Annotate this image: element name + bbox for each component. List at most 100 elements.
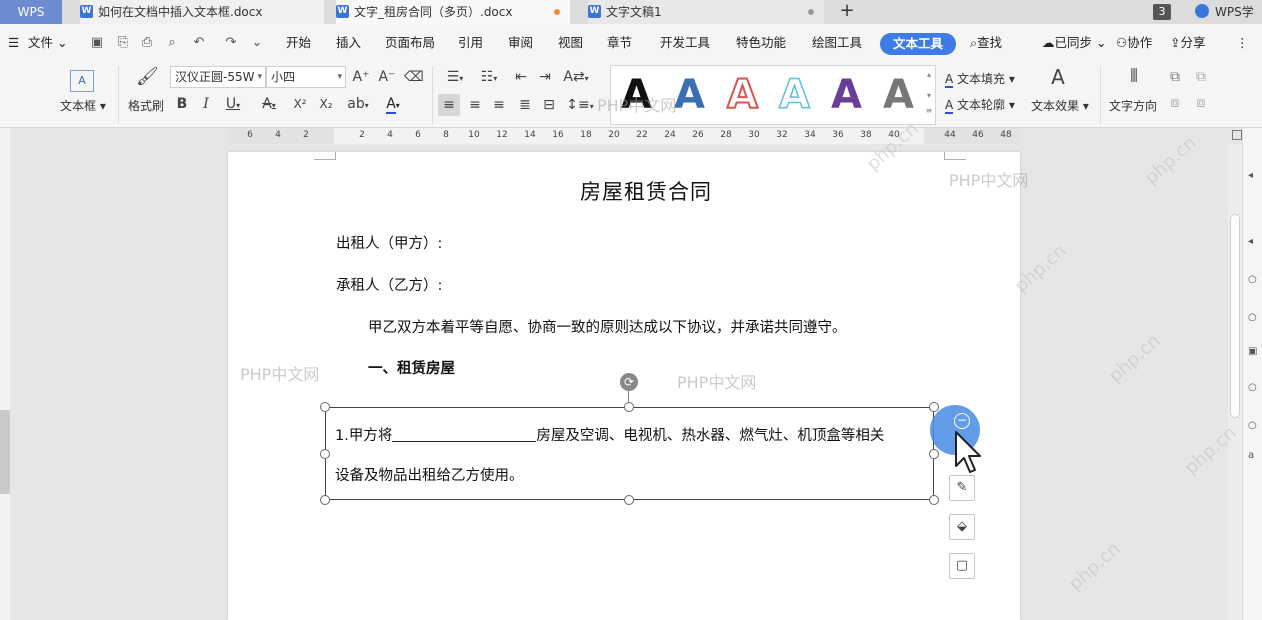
textbox-icon[interactable]: A: [70, 70, 94, 92]
text-direction-a-icon[interactable]: A⇄▾: [562, 68, 590, 88]
sync-status[interactable]: ☁已同步 ⌄: [1042, 24, 1106, 62]
numbered-list-icon[interactable]: ☷▾: [476, 68, 502, 88]
undo-icon[interactable]: ↶: [192, 36, 206, 50]
new-tab-button[interactable]: +: [836, 0, 858, 24]
textbox-button[interactable]: 文本框 ▾: [60, 97, 106, 114]
customize-icon[interactable]: ⌄: [250, 36, 264, 50]
rotate-handle-icon[interactable]: ⟳: [620, 373, 638, 391]
gallery-scroll[interactable]: ▴ ▾ ≡: [925, 66, 933, 124]
shrink-font-button[interactable]: A⁻: [378, 68, 396, 86]
tab-doc-3[interactable]: W 文字文稿1: [588, 0, 824, 24]
menu-text-tools[interactable]: 文本工具: [880, 33, 957, 55]
align-left-icon[interactable]: ≡: [440, 96, 458, 114]
highlight-icon[interactable]: ab▾: [344, 95, 372, 115]
menu-view[interactable]: 视图: [558, 24, 583, 62]
font-color-button[interactable]: A▾: [380, 95, 406, 115]
line-spacing-icon[interactable]: ↕≡▾: [566, 96, 594, 116]
align-center-icon[interactable]: ≡: [466, 96, 484, 114]
layout-options-icon[interactable]: −: [954, 413, 970, 429]
increase-indent-icon[interactable]: ⇥: [536, 68, 554, 86]
tab-doc-2[interactable]: W 文字_租房合同（多页）.docx: [336, 0, 570, 24]
side-tool-icon[interactable]: ◂: [1248, 236, 1260, 248]
print-icon[interactable]: ⎙: [140, 36, 154, 50]
text-effect-icon[interactable]: A: [1046, 67, 1070, 87]
resize-handle-right[interactable]: [929, 449, 939, 459]
text-direction-icon[interactable]: ⫴: [1122, 68, 1146, 86]
save-icon[interactable]: ▣: [90, 36, 104, 50]
share-button[interactable]: ⇪分享: [1170, 24, 1206, 62]
align-right-icon[interactable]: ≡: [490, 96, 508, 114]
ruler-toggle-icon[interactable]: [1232, 130, 1242, 140]
italic-button[interactable]: I: [198, 95, 214, 113]
menu-section[interactable]: 章节: [607, 24, 632, 62]
justify-icon[interactable]: ≣: [516, 96, 534, 114]
subscript-button[interactable]: X₂: [316, 95, 336, 113]
style-pen-icon[interactable]: ✎: [949, 475, 975, 501]
text-effect-button[interactable]: 文本效果 ▾: [1031, 97, 1089, 114]
text-outline-button[interactable]: A 文本轮廓 ▾: [945, 96, 1015, 114]
fill-bucket-icon[interactable]: ⬙: [949, 514, 975, 540]
decrease-indent-icon[interactable]: ⇤: [512, 68, 530, 86]
resize-handle-bottom-right[interactable]: [929, 495, 939, 505]
strikethrough-button[interactable]: A▾: [256, 95, 282, 115]
menu-home[interactable]: 开始: [286, 24, 311, 62]
tab-doc-1[interactable]: W 如何在文档中插入文本框.docx: [80, 0, 324, 24]
art-style-blue[interactable]: A: [674, 70, 705, 120]
menu-page-layout[interactable]: 页面布局: [385, 24, 435, 62]
search-button[interactable]: ⌕查找: [970, 24, 1002, 62]
wps-academy-link[interactable]: WPS学: [1195, 0, 1254, 24]
collab-button[interactable]: ⚇协作: [1116, 24, 1152, 62]
format-painter-button[interactable]: 格式刷: [128, 97, 164, 114]
resize-handle-left[interactable]: [320, 449, 330, 459]
superscript-button[interactable]: X²: [290, 95, 310, 113]
side-tool-icon[interactable]: a: [1248, 450, 1260, 462]
vertical-scrollbar[interactable]: [1228, 144, 1242, 620]
window-count-badge[interactable]: 3: [1153, 4, 1171, 20]
break-link-icon[interactable]: ⧉: [1192, 68, 1210, 86]
grow-font-button[interactable]: A⁺: [352, 68, 370, 86]
art-style-gray[interactable]: A: [883, 70, 914, 120]
menu-developer[interactable]: 开发工具: [660, 24, 710, 62]
textbox-line-1[interactable]: 1.甲方将 房屋及空调、电视机、热水器、燃气灶、机顶盒等相关: [335, 424, 884, 445]
side-tool-icon[interactable]: ○: [1248, 382, 1260, 394]
text-fill-button[interactable]: A 文本填充 ▾: [945, 70, 1015, 88]
resize-handle-top[interactable]: [624, 402, 634, 412]
bullet-list-icon[interactable]: ☰▾: [442, 68, 468, 88]
menu-features[interactable]: 特色功能: [736, 24, 786, 62]
link-textbox-icon[interactable]: ⧉: [1166, 68, 1184, 86]
resize-handle-bottom-left[interactable]: [320, 495, 330, 505]
font-name-select[interactable]: 汉仪正圆-55W ▾: [170, 66, 266, 88]
vertical-ruler[interactable]: [0, 128, 10, 620]
menu-drawing-tools[interactable]: 绘图工具: [812, 24, 862, 62]
art-style-cyan-outline[interactable]: A: [778, 70, 810, 120]
selected-textbox[interactable]: [325, 407, 934, 500]
wps-logo[interactable]: WPS: [0, 0, 62, 24]
border-frame-icon[interactable]: ▢: [949, 553, 975, 579]
prev-textbox-icon[interactable]: ⧈: [1166, 94, 1184, 112]
more-icon[interactable]: ⋮: [1236, 24, 1249, 62]
side-tool-icon[interactable]: ◂: [1248, 170, 1260, 182]
redo-icon[interactable]: ↷: [224, 36, 238, 50]
menu-review[interactable]: 审阅: [508, 24, 533, 62]
art-style-purple[interactable]: A: [831, 70, 862, 120]
font-size-select[interactable]: 小四 ▾: [266, 66, 346, 88]
menu-file[interactable]: 文件 ⌄: [28, 24, 67, 62]
next-textbox-icon[interactable]: ⧈: [1192, 94, 1210, 112]
textbox-line-2[interactable]: 设备及物品出租给乙方使用。: [335, 464, 524, 485]
resize-handle-bottom[interactable]: [624, 495, 634, 505]
format-painter-icon[interactable]: 🖌: [136, 68, 159, 92]
menu-references[interactable]: 引用: [458, 24, 483, 62]
resize-handle-top-left[interactable]: [320, 402, 330, 412]
menu-insert[interactable]: 插入: [336, 24, 361, 62]
underline-button[interactable]: U▾: [222, 95, 244, 115]
clear-format-icon[interactable]: ⌫: [404, 68, 424, 86]
side-tool-icon[interactable]: ○: [1248, 274, 1260, 286]
distributed-align-icon[interactable]: ⊟: [540, 96, 558, 114]
hamburger-icon[interactable]: ☰: [8, 24, 19, 62]
bold-button[interactable]: B: [174, 95, 190, 113]
side-tool-icon[interactable]: ○: [1248, 312, 1260, 324]
art-style-red-outline[interactable]: A: [726, 70, 759, 120]
side-tool-icon[interactable]: ○: [1248, 420, 1260, 432]
print-preview-icon[interactable]: ⌕: [165, 36, 179, 50]
side-tool-icon[interactable]: ▣: [1248, 346, 1260, 358]
